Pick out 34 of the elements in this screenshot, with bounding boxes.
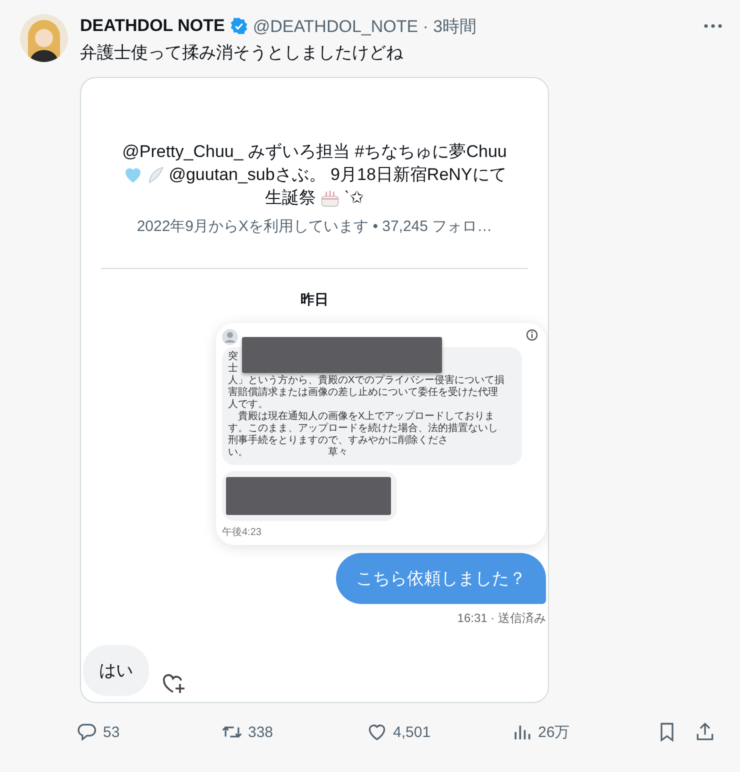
share-button[interactable] xyxy=(694,721,716,743)
date-divider: 昨日 xyxy=(300,291,328,309)
views-button[interactable]: 26万 xyxy=(511,721,656,743)
letter-line: 士 xyxy=(228,363,239,375)
bio-text: @Pretty_Chuu_ みずいろ担当 #ちなちゅに夢Chuu xyxy=(122,141,507,163)
message-status: 16:31 · 送信済み xyxy=(457,610,546,627)
bio-text: @guutan_subさぶ。 9月18日新宿ReNYにて xyxy=(168,164,506,186)
share-icon xyxy=(694,721,716,743)
post-text: 弁護士使って揉み消そうとしましたけどね xyxy=(80,42,404,64)
repost-button[interactable]: 338 xyxy=(221,721,366,743)
letter-line: 人」という方から、貴殿のXでのプライバシー侵害について損 xyxy=(228,375,506,386)
letter-line: 貴殿は現在通知人の画像をX上でアップロードしておりま xyxy=(237,411,496,422)
reply-button[interactable]: 53 xyxy=(76,721,221,743)
bio-text: 生誕祭 xyxy=(265,187,316,209)
letter-line: 刑事手続をとりますので、すみやかに削除くださ xyxy=(228,435,449,446)
avatar[interactable] xyxy=(20,14,68,62)
letter-line: 人です。 xyxy=(228,399,269,410)
letter-line: 突 xyxy=(228,351,239,362)
letter-line: い。 草々 xyxy=(228,447,349,459)
heart-plus-icon[interactable] xyxy=(161,672,187,696)
sent-message: こちら依頼しました？ xyxy=(336,553,546,604)
reply-icon xyxy=(76,721,98,743)
profile-info: 2022年9月からXを利用しています • 37,245 フォロ… xyxy=(136,217,492,236)
like-button[interactable]: 4,501 xyxy=(366,721,511,743)
handle-and-time: @DEATHDOL_NOTE · 3時間 xyxy=(252,16,477,38)
bio-text: ˋ✩ xyxy=(344,187,364,209)
user-icon xyxy=(222,329,238,345)
letter-line: す。このまま、アップロードを続けた場合、法的措置ないし xyxy=(228,423,499,434)
received-message: はい xyxy=(83,645,149,696)
info-icon xyxy=(526,329,538,341)
message-time: 午後4:23 xyxy=(222,526,262,539)
letter-line: 害賠償請求または画像の差し止めについて委任を受けた代理 xyxy=(228,387,499,399)
display-name[interactable]: DEATHDOL NOTE xyxy=(80,16,225,36)
attached-screenshot[interactable] xyxy=(80,77,549,703)
